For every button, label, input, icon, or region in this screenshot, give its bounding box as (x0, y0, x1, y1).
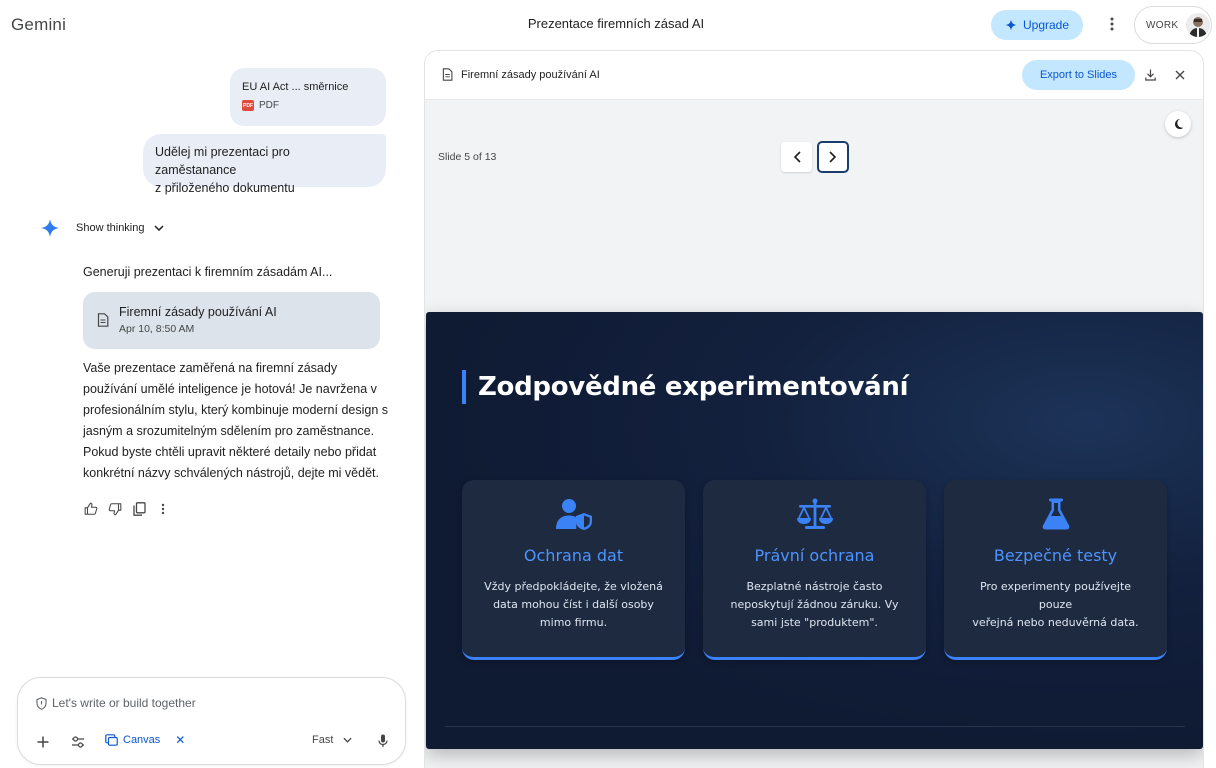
account-button[interactable]: WORK (1134, 6, 1212, 44)
response-line: používání umělé inteligence je hotová! J… (83, 382, 377, 396)
upgrade-label: Upgrade (1022, 18, 1070, 32)
card-pravni-ochrana: Právní ochrana Bezplatné nástroje často … (703, 480, 926, 660)
document-icon (97, 313, 109, 327)
avatar (1186, 13, 1211, 37)
sparkle-icon (1005, 19, 1017, 31)
chevron-left-icon (793, 151, 801, 163)
show-thinking-label: Show thinking (76, 222, 145, 234)
thumbs-down-icon[interactable] (107, 501, 123, 517)
previous-slide-button[interactable] (781, 142, 812, 172)
copy-icon[interactable] (131, 501, 147, 517)
pdf-icon: PDF (242, 100, 254, 111)
card-body-line: mimo firmu. (539, 616, 608, 629)
chevron-right-icon (829, 151, 837, 163)
card-body-line: Vždy předpokládejte, že vložená (484, 580, 663, 593)
canvas-chip[interactable]: Canvas ✕ (105, 733, 185, 747)
top-bar: Gemini Prezentace firemních zásad AI Upg… (0, 0, 1216, 48)
thinking-row: Show thinking (40, 218, 164, 238)
add-icon[interactable] (34, 733, 52, 751)
card-title: Bezpečné testy (993, 546, 1118, 565)
slide-heading: Zodpovědné experimentování (462, 370, 909, 404)
artifact-title: Firemní zásady používání AI (119, 305, 277, 319)
more-options-icon[interactable] (1102, 14, 1122, 34)
response-actions (83, 501, 171, 517)
download-icon[interactable] (1142, 67, 1158, 83)
attachment-name: EU AI Act ... směrnice (242, 81, 349, 93)
workspace-label: WORK (1146, 19, 1179, 31)
artifact-card[interactable]: Firemní zásady používání AI Apr 10, 8:50… (83, 292, 380, 349)
attachment-type: PDF (259, 100, 279, 111)
card-title: Právní ochrana (754, 546, 875, 565)
assistant-response: Vaše prezentace zaměřená na firemní zása… (83, 358, 388, 484)
canvas-title: Firemní zásady používání AI (461, 69, 600, 81)
scale-icon (796, 498, 833, 529)
response-line: konkrétní názvy schválených nástrojů, de… (83, 466, 379, 480)
slide-counter: Slide 5 of 13 (438, 151, 497, 163)
canvas-icon (105, 734, 118, 746)
gemini-sparkle-icon (40, 218, 60, 238)
chevron-down-icon (153, 225, 164, 231)
slide-preview-area: Slide 5 of 13 Zodpovědné experimentování… (425, 100, 1203, 768)
card-body: Vždy předpokládejte, že vložená data moh… (480, 578, 667, 632)
card-ochrana-dat: Ochrana dat Vždy předpokládejte, že vlož… (462, 480, 685, 660)
artifact-date: Apr 10, 8:50 AM (119, 323, 195, 335)
canvas-label: Canvas (123, 734, 161, 746)
card-body: Pro experimenty používejte pouze veřejná… (962, 578, 1149, 632)
chevron-down-icon (343, 737, 352, 743)
user-message-line: z přiloženého dokumentu (155, 181, 295, 195)
mode-label: Fast (312, 734, 334, 746)
user-message-line: Udělej mi prezentaci pro zaměstanance (155, 145, 290, 177)
mode-select[interactable]: Fast (312, 734, 352, 746)
card-body-line: data mohou číst i další osoby (493, 598, 654, 611)
card-body-line: veřejná nebo neduvěrná data. (972, 616, 1139, 629)
microphone-icon[interactable] (375, 732, 391, 750)
next-slide-button[interactable] (817, 141, 849, 173)
show-thinking-toggle[interactable]: Show thinking (76, 222, 164, 234)
dark-mode-toggle[interactable] (1165, 111, 1191, 137)
more-actions-icon[interactable] (155, 501, 171, 517)
card-body-line: Bezplatné nástroje často (746, 580, 883, 593)
moon-icon (1175, 119, 1184, 129)
tools-icon[interactable] (69, 733, 87, 751)
flask-icon (1042, 498, 1069, 530)
card-bezpecne-testy: Bezpečné testy Pro experimenty používejt… (944, 480, 1167, 660)
generating-status: Generuji prezentaci k firemním zásadám A… (83, 265, 333, 279)
response-line: Pokud byste chtěli upravit některé detai… (83, 445, 377, 459)
canvas-header: Firemní zásady používání AI Export to Sl… (425, 51, 1203, 100)
response-line: profesionálním stylu, který kombinuje mo… (83, 403, 389, 417)
upgrade-button[interactable]: Upgrade (991, 10, 1083, 40)
card-body: Bezplatné nástroje často neposkytují žád… (721, 578, 908, 632)
response-line: jasným a srozumitelným sdělením pro zamě… (83, 424, 375, 438)
shield-icon (36, 696, 47, 710)
user-message: Udělej mi prezentaci pro zaměstanance z … (143, 134, 386, 195)
prompt-composer: Canvas ✕ Fast (17, 677, 406, 765)
user-shield-icon (555, 499, 592, 530)
card-body-line: neposkytují žádnou záruku. Vy (730, 598, 899, 611)
document-icon (442, 68, 453, 81)
export-to-slides-button[interactable]: Export to Slides (1022, 60, 1135, 90)
slide-divider (445, 726, 1185, 727)
card-body-line: Pro experimenty používejte pouze (979, 580, 1132, 611)
response-line: Vaše prezentace zaměřená na firemní zása… (83, 361, 338, 375)
prompt-input[interactable] (52, 696, 372, 710)
close-icon[interactable] (1172, 67, 1188, 83)
card-title: Ochrana dat (523, 546, 624, 565)
card-body-line: sami jste "produktem". (751, 616, 878, 629)
remove-canvas-icon[interactable]: ✕ (175, 733, 185, 747)
attachment-chip[interactable]: EU AI Act ... směrnice PDF PDF (230, 68, 386, 126)
thumbs-up-icon[interactable] (83, 501, 99, 517)
slide[interactable]: Zodpovědné experimentování Ochrana dat V… (426, 312, 1203, 749)
canvas-panel: Firemní zásady používání AI Export to Sl… (424, 50, 1204, 768)
